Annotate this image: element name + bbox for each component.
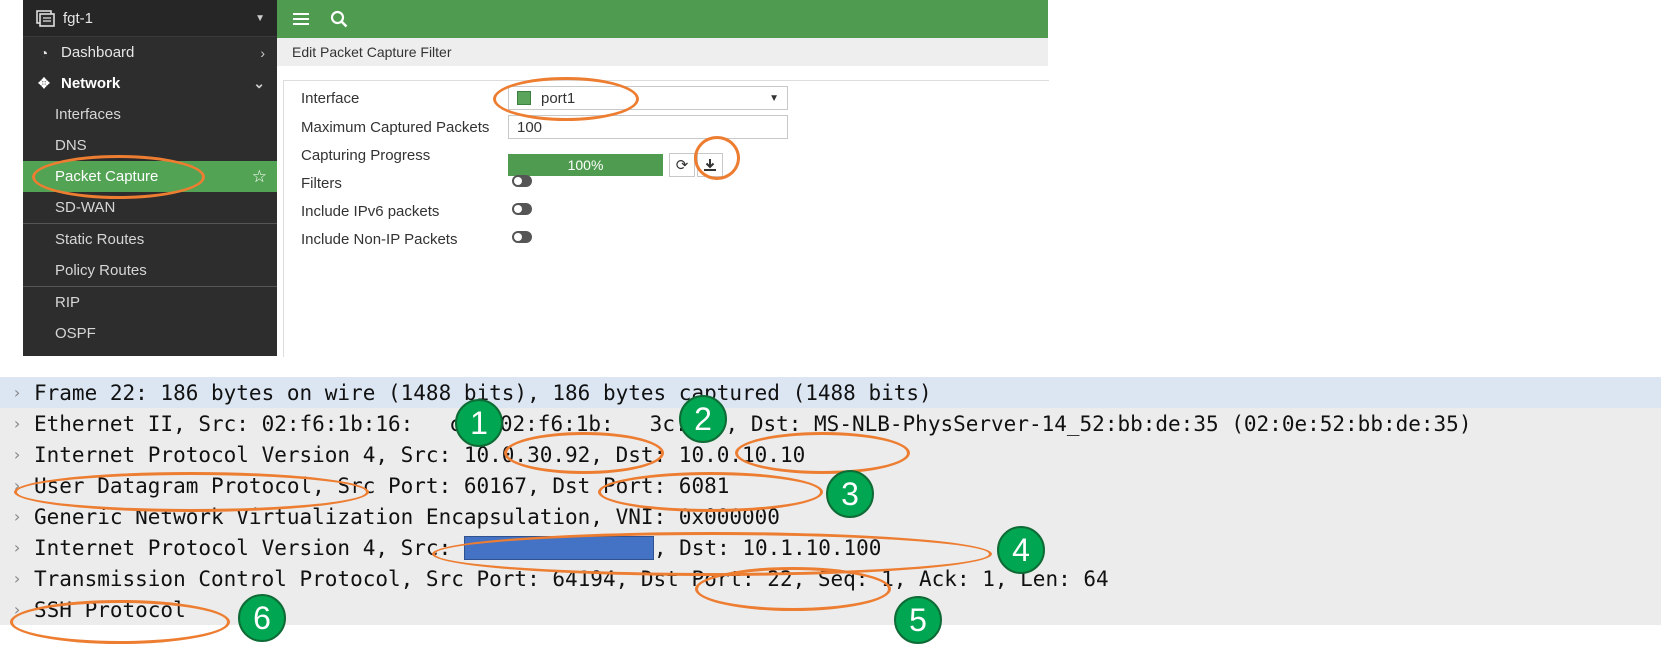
- sidebar-item-interfaces[interactable]: Interfaces: [23, 99, 277, 130]
- device-name: fgt-1: [63, 9, 94, 27]
- sidebar-item-label: Network: [61, 75, 121, 92]
- annotation-badge-1: 1: [455, 399, 503, 447]
- sidebar-item-packet-capture[interactable]: Packet Capture ☆: [23, 161, 277, 192]
- device-icon: [36, 10, 55, 27]
- sidebar-item-dns[interactable]: DNS: [23, 130, 277, 161]
- interface-label: Interface: [301, 90, 360, 107]
- capture-form: Interface port1 ▼ Maximum Captured Packe…: [283, 80, 1049, 357]
- annotation-badge-4: 4: [997, 526, 1045, 574]
- sidebar-item-ospf[interactable]: OSPF: [23, 318, 277, 349]
- chevron-down-icon: ⌄: [253, 75, 265, 91]
- annotation-badge-6: 6: [238, 594, 286, 642]
- max-packets-label: Maximum Captured Packets: [301, 119, 490, 136]
- expand-arrow-icon[interactable]: ›: [0, 445, 34, 464]
- capture-progress-bar: 100%: [508, 154, 663, 176]
- non-ip-label: Include Non-IP Packets: [301, 231, 458, 248]
- interface-value: port1: [541, 89, 576, 107]
- redaction-box: [463, 535, 654, 560]
- sidebar-item-dashboard[interactable]: ◔ Dashboard ›: [23, 37, 277, 68]
- sidebar: fgt-1 ▼ ◔ Dashboard › ✥ Network ⌄ Interf…: [23, 0, 277, 356]
- expand-arrow-icon[interactable]: ›: [0, 476, 34, 495]
- caret-down-icon: ▼: [255, 12, 265, 24]
- packet-tree-row[interactable]: › Ethernet II, Src: 02:f6:1b:16: c5 (02:f6…: [0, 408, 1661, 439]
- chevron-right-icon: ›: [260, 44, 265, 61]
- expand-arrow-icon[interactable]: ›: [0, 600, 34, 619]
- packet-tree-row[interactable]: › Transmission Control Protocol, Src Port…: [0, 563, 1661, 594]
- interface-select[interactable]: port1 ▼: [508, 86, 788, 110]
- refresh-icon[interactable]: ⟳: [669, 153, 695, 177]
- dashboard-icon: ◔: [39, 44, 49, 61]
- max-packets-input[interactable]: 100: [508, 115, 788, 139]
- download-icon[interactable]: [697, 153, 723, 177]
- filters-toggle[interactable]: [512, 175, 532, 187]
- annotation-badge-5: 5: [894, 596, 942, 644]
- progress-label: Capturing Progress: [301, 147, 431, 164]
- expand-arrow-icon[interactable]: ›: [0, 507, 34, 526]
- filters-label: Filters: [301, 175, 342, 192]
- expand-arrow-icon[interactable]: ›: [0, 538, 34, 557]
- network-icon: ✥: [38, 75, 50, 91]
- fortigate-ui: fgt-1 ▼ ◔ Dashboard › ✥ Network ⌄ Interf…: [0, 0, 1661, 357]
- sidebar-item-label: Packet Capture: [55, 168, 159, 185]
- device-selector[interactable]: fgt-1 ▼: [23, 0, 277, 37]
- expand-arrow-icon[interactable]: ›: [0, 414, 34, 433]
- non-ip-toggle[interactable]: [512, 231, 532, 243]
- expand-arrow-icon[interactable]: ›: [0, 383, 34, 402]
- port-icon: [517, 91, 531, 105]
- sidebar-item-rip[interactable]: RIP: [23, 286, 277, 318]
- top-bar: [277, 0, 1048, 38]
- expand-arrow-icon[interactable]: ›: [0, 569, 34, 588]
- breadcrumb: Edit Packet Capture Filter: [277, 38, 1048, 66]
- search-icon[interactable]: [325, 5, 353, 33]
- ipv6-toggle[interactable]: [512, 203, 532, 215]
- caret-down-icon: ▼: [769, 92, 779, 104]
- menu-icon[interactable]: [287, 5, 315, 33]
- packet-tree-row[interactable]: › Internet Protocol Version 4, Src: , Dst…: [0, 532, 1661, 563]
- sidebar-item-sd-wan[interactable]: SD-WAN: [23, 192, 277, 223]
- sidebar-item-policy-routes[interactable]: Policy Routes: [23, 255, 277, 286]
- annotation-badge-3: 3: [826, 470, 874, 518]
- sidebar-item-label: Dashboard: [61, 44, 135, 61]
- annotation-badge-2: 2: [679, 395, 727, 443]
- ipv6-label: Include IPv6 packets: [301, 203, 440, 220]
- sidebar-item-network[interactable]: ✥ Network ⌄: [23, 68, 277, 99]
- star-icon[interactable]: ☆: [252, 167, 267, 187]
- sidebar-item-static-routes[interactable]: Static Routes: [23, 223, 277, 255]
- packet-tree-row[interactable]: › Internet Protocol Version 4, Src: 10.0.…: [0, 439, 1661, 470]
- packet-tree-row[interactable]: › Frame 22: 186 bytes on wire (1488 bits)…: [0, 377, 1661, 408]
